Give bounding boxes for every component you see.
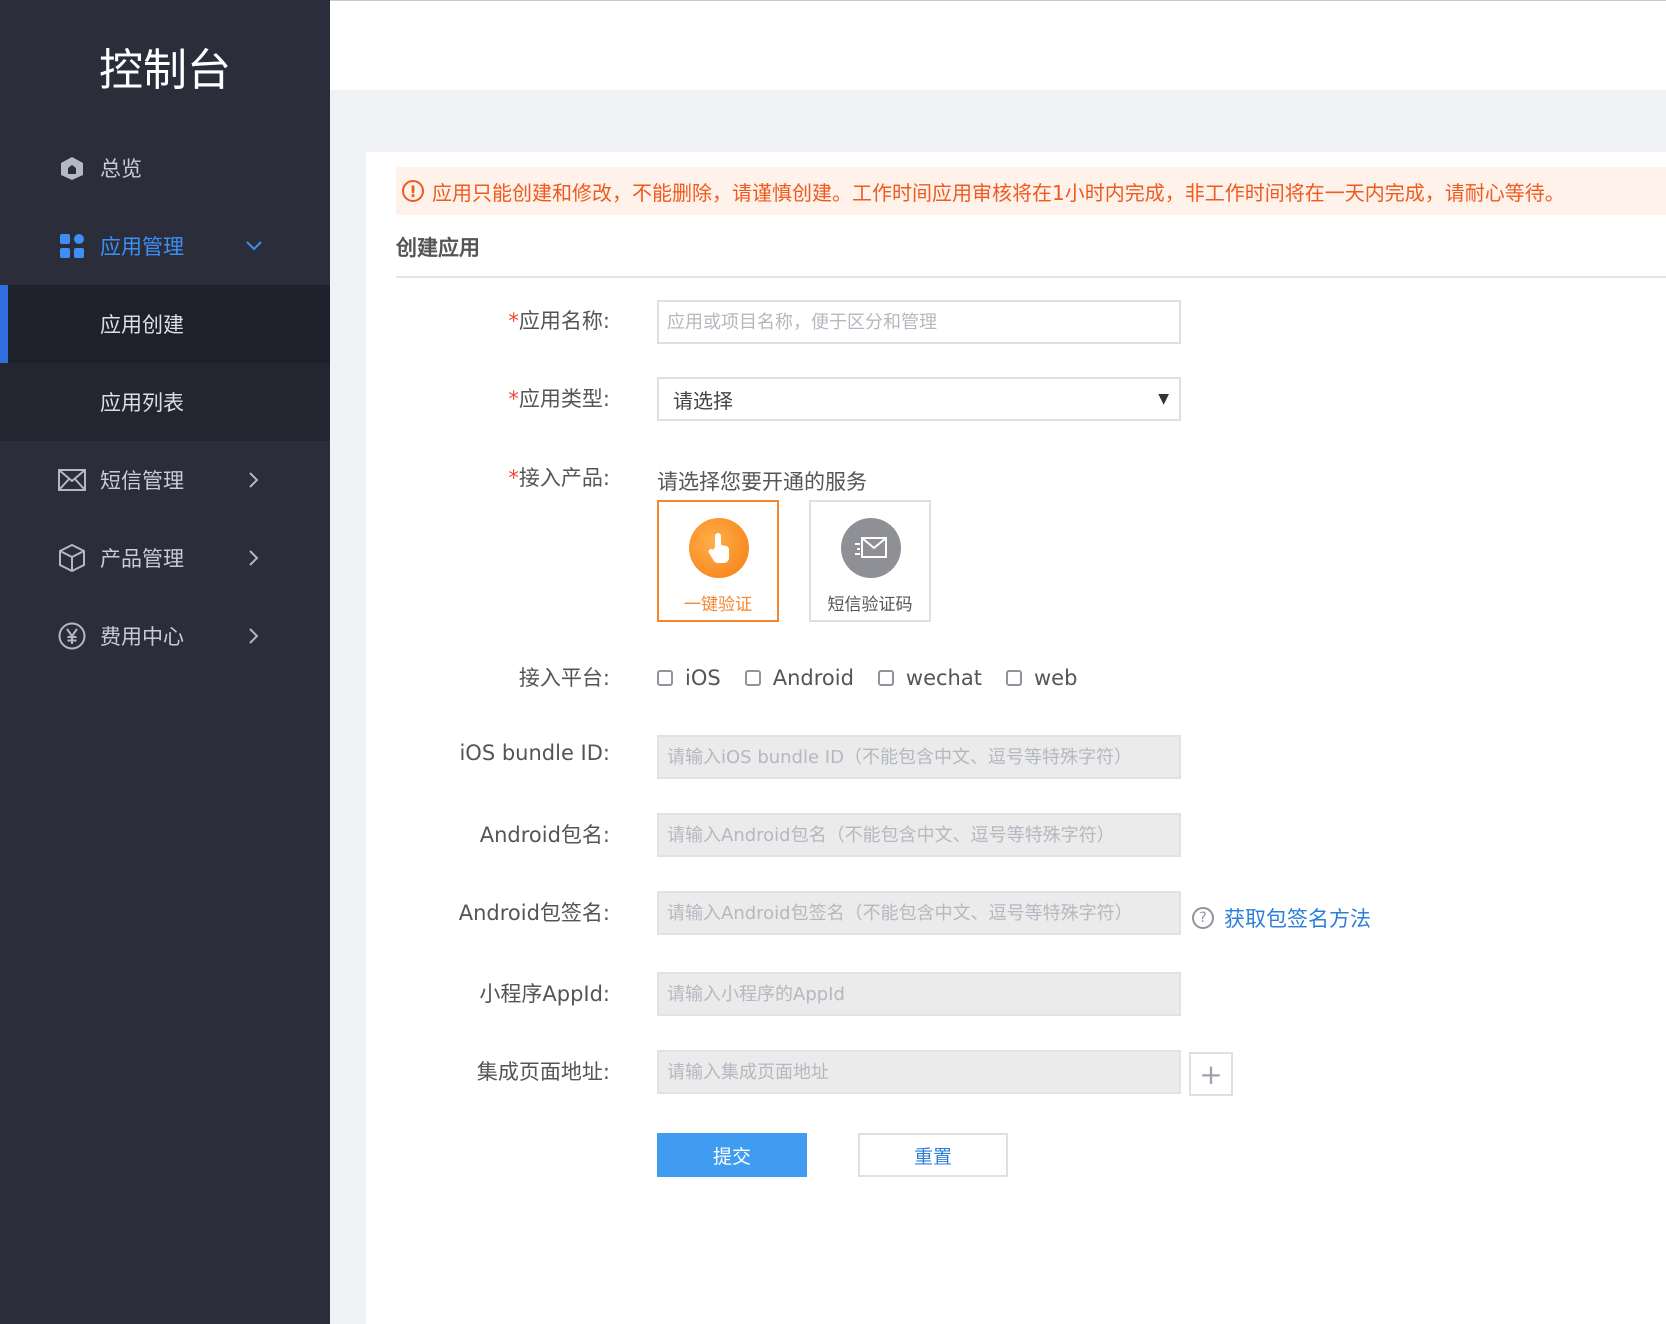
mail-icon	[58, 466, 86, 494]
app-type-select[interactable]: 请选择 ▼	[657, 377, 1181, 421]
platform-option-android[interactable]: Android	[744, 666, 854, 690]
yen-icon	[58, 622, 86, 650]
checkbox[interactable]	[877, 670, 894, 686]
chevron-right-icon	[246, 472, 262, 488]
platform-option-wechat[interactable]: wechat	[877, 666, 982, 690]
android-package-label: Android包名:	[479, 823, 610, 847]
divider	[396, 276, 1666, 278]
product-name: 短信验证码	[827, 595, 913, 615]
sub-item-label: 应用创建	[100, 313, 184, 337]
top-header	[330, 1, 1666, 90]
label-text: 应用名称:	[518, 309, 610, 333]
label-text: 接入产品:	[518, 466, 610, 490]
ios-bundle-label: iOS bundle ID:	[459, 741, 610, 765]
nav-label: 应用管理	[100, 235, 184, 259]
warning-alert: ! 应用只能创建和修改，不能删除，请谨慎创建。工作时间应用审核将在1小时内完成，…	[396, 167, 1666, 215]
section-title: 创建应用	[396, 236, 480, 260]
nav-item-sms-management[interactable]: 短信管理	[0, 441, 330, 519]
platform-option-ios[interactable]: iOS	[657, 666, 721, 690]
platform-group: iOS Android wechat web	[657, 666, 1101, 690]
app-name-input[interactable]	[657, 300, 1181, 344]
home-icon	[58, 154, 86, 182]
label-text: 应用类型:	[518, 387, 610, 411]
product-hint: 请选择您要开通的服务	[657, 470, 867, 494]
add-url-button[interactable]: +	[1189, 1052, 1233, 1096]
nav-label: 产品管理	[100, 547, 184, 571]
checkbox[interactable]	[744, 670, 761, 686]
android-signature-label: Android包签名:	[458, 901, 610, 925]
app-management-submenu: 应用创建 应用列表	[0, 285, 330, 441]
sidebar: 控制台 总览 应用管理 应用创建 应用列表 短信管理 产品管理 费用中心	[0, 0, 330, 1324]
nav-item-overview[interactable]: 总览	[0, 129, 330, 207]
submit-button[interactable]: 提交	[657, 1133, 807, 1177]
option-text: iOS	[685, 666, 721, 690]
grid-icon	[58, 232, 86, 260]
product-option-sms-code[interactable]: 短信验证码	[809, 500, 931, 622]
page-url-label: 集成页面地址:	[476, 1060, 610, 1084]
cube-icon	[58, 544, 86, 572]
sub-item-app-list[interactable]: 应用列表	[0, 363, 330, 441]
chevron-down-icon	[246, 238, 262, 254]
required-mark: *	[508, 309, 519, 333]
product-label: *接入产品:	[508, 462, 610, 492]
mini-appid-input[interactable]	[657, 972, 1181, 1016]
nav-label: 短信管理	[100, 469, 184, 493]
product-name: 一键验证	[684, 595, 752, 615]
select-value: 请选择	[673, 388, 733, 413]
app-name-label: *应用名称:	[508, 305, 610, 335]
nav-label: 总览	[100, 157, 142, 181]
alert-text: 应用只能创建和修改，不能删除，请谨慎创建。工作时间应用审核将在1小时内完成，非工…	[432, 180, 1565, 205]
mini-appid-label: 小程序AppId:	[479, 982, 610, 1006]
required-mark: *	[508, 387, 519, 411]
reset-button[interactable]: 重置	[858, 1133, 1008, 1177]
page-url-input[interactable]	[657, 1050, 1181, 1094]
nav-item-app-management[interactable]: 应用管理	[0, 207, 330, 285]
caret-down-icon: ▼	[1158, 391, 1169, 407]
product-option-one-click[interactable]: 一键验证	[657, 500, 779, 622]
option-text: wechat	[905, 666, 982, 690]
required-mark: *	[508, 466, 519, 490]
plus-icon: +	[1199, 1057, 1223, 1091]
android-package-input[interactable]	[657, 813, 1181, 857]
nav-item-product-management[interactable]: 产品管理	[0, 519, 330, 597]
app-type-label: *应用类型:	[508, 383, 610, 413]
option-text: web	[1033, 666, 1078, 690]
exclamation-icon: !	[402, 180, 424, 202]
chevron-right-icon	[246, 550, 262, 566]
ios-bundle-input[interactable]	[657, 735, 1181, 779]
envelope-icon	[841, 518, 901, 578]
question-icon: ?	[1192, 907, 1214, 929]
sub-item-app-create[interactable]: 应用创建	[0, 285, 330, 363]
option-text: Android	[772, 666, 854, 690]
platform-option-web[interactable]: web	[1005, 666, 1078, 690]
chevron-right-icon	[246, 628, 262, 644]
nav-label: 费用中心	[100, 625, 184, 649]
help-text: 获取包签名方法	[1224, 907, 1371, 931]
tap-icon	[689, 518, 749, 578]
nav-item-billing-center[interactable]: 费用中心	[0, 597, 330, 675]
checkbox[interactable]	[1005, 670, 1022, 686]
sub-item-label: 应用列表	[100, 391, 184, 415]
checkbox[interactable]	[657, 670, 673, 686]
android-signature-input[interactable]	[657, 891, 1181, 935]
get-signature-help-link[interactable]: ? 获取包签名方法	[1192, 903, 1371, 933]
console-title: 控制台	[99, 45, 231, 96]
platform-label: 接入平台:	[518, 666, 610, 690]
